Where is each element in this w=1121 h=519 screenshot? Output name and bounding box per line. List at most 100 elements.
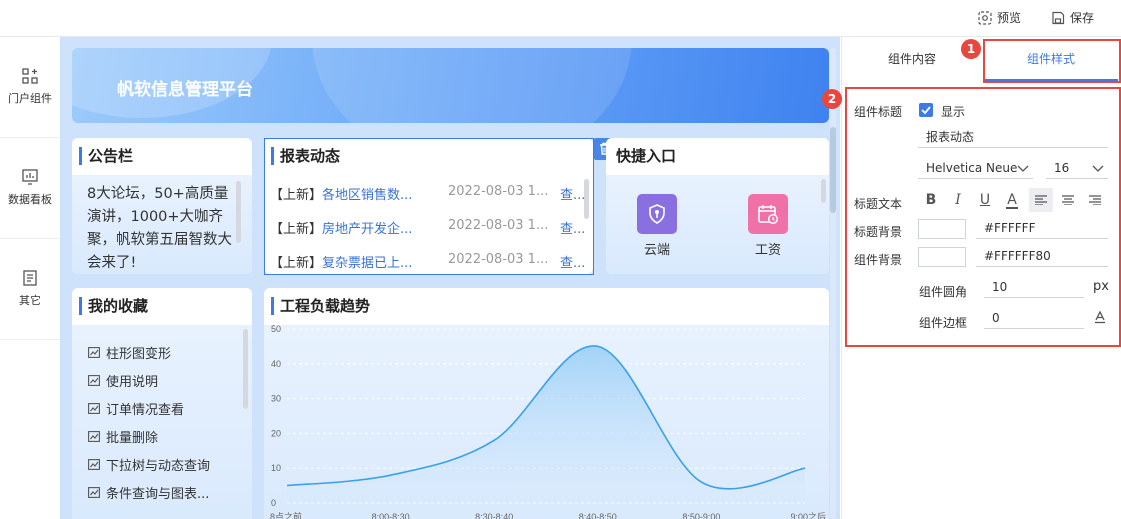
quick-entry-title: 快捷入口 — [616, 147, 677, 165]
preview-icon — [978, 10, 992, 25]
preview-button[interactable]: 预览 — [978, 9, 1021, 26]
favorite-item-label: 下拉树与动态查询 — [106, 458, 211, 474]
canvas-scrollbar-track[interactable] — [830, 48, 836, 519]
sidebar-item-other[interactable]: 其它 — [0, 239, 60, 340]
notice-panel[interactable]: 公告栏 8大论坛，50+高质量演讲，1000+大咖齐聚，帆软第五届智数大会来了! — [72, 138, 252, 274]
cloud-shield-icon — [637, 194, 677, 234]
highlight-box-tab — [983, 39, 1121, 83]
components-icon — [22, 68, 38, 84]
portal-banner[interactable]: 帆软信息管理平台 — [72, 48, 829, 123]
preview-label: 预览 — [997, 11, 1022, 25]
align-left-icon[interactable] — [1029, 188, 1053, 212]
sidebar-item-label: 数据看板 — [8, 193, 52, 206]
font-family-select[interactable]: Helvetica Neue — [918, 157, 1033, 179]
quick-entry-salary[interactable]: 工资 — [738, 194, 798, 258]
x-tick-label: 8:50-9:00 — [682, 512, 720, 519]
show-label: 显示 — [941, 105, 966, 119]
calendar-clock-icon — [748, 194, 788, 234]
chevron-down-icon — [1092, 165, 1104, 172]
quick-entry-scrollbar[interactable] — [821, 179, 826, 203]
quick-entry-cloud[interactable]: 云端 — [627, 194, 687, 258]
align-center-icon[interactable] — [1056, 188, 1080, 212]
x-tick-label: 8:30-8:40 — [475, 512, 513, 519]
component-bg-label: 组件背景 — [854, 253, 903, 267]
document-icon — [23, 270, 37, 286]
font-size-value: 16 — [1054, 161, 1070, 175]
component-sidebar: 门户组件 数据看板 其它 — [0, 37, 61, 519]
y-tick-label: 10 — [271, 463, 281, 473]
border-input[interactable]: 0 — [984, 307, 1084, 329]
text-format-toolbar: B I U A — [919, 188, 1109, 212]
save-icon — [1052, 11, 1065, 24]
banner-title: 帆软信息管理平台 — [117, 80, 253, 100]
save-button[interactable]: 保存 — [1051, 9, 1094, 26]
notice-title: 公告栏 — [79, 147, 133, 165]
component-bg-swatch[interactable] — [918, 247, 966, 267]
favorite-item[interactable]: 柱形图变形 — [88, 343, 172, 362]
top-toolbar: 预览 保存 — [0, 0, 1121, 37]
chart-icon — [88, 430, 100, 442]
border-color-icon[interactable] — [1093, 310, 1107, 324]
align-right-icon[interactable] — [1083, 188, 1107, 212]
favorites-panel[interactable]: 我的收藏 柱形图变形使用说明订单情况查看批量删除下拉树与动态查询 条件查询与图表.… — [72, 288, 252, 519]
y-tick-label: 40 — [271, 359, 281, 369]
border-label: 组件边框 — [919, 316, 968, 330]
quick-entry-label: 云端 — [643, 243, 670, 258]
selected-component-outline — [264, 138, 594, 275]
y-tick-label: 50 — [271, 325, 281, 334]
x-tick-label: 8点之前 — [270, 511, 302, 519]
title-text-input[interactable]: 报表动态 — [918, 126, 1108, 148]
bold-icon[interactable]: B — [919, 188, 943, 212]
sidebar-item-label: 其它 — [19, 294, 41, 307]
properties-panel: 组件内容 组件样式 1 2 组件标题 显示 报表动态 Helvetica Neu… — [822, 37, 1121, 519]
component-bg-input[interactable]: #FFFFFF80 — [976, 245, 1108, 267]
y-tick-label: 20 — [271, 428, 281, 438]
radius-input[interactable]: 10 — [984, 276, 1084, 298]
x-tick-label: 9:00之后 — [790, 511, 826, 519]
favorite-item[interactable]: 使用说明 — [88, 371, 158, 390]
font-family-value: Helvetica Neue — [926, 161, 1018, 175]
step-badge-1: 1 — [961, 39, 981, 59]
italic-icon[interactable]: I — [946, 188, 970, 212]
x-tick-label: 8:00-8:30 — [372, 512, 410, 519]
chart-icon — [88, 458, 100, 470]
quick-entry-label: 工资 — [754, 243, 781, 258]
notice-text: 8大论坛，50+高质量演讲，1000+大咖齐聚，帆软第五届智数大会来了! — [87, 186, 232, 271]
y-tick-label: 0 — [271, 498, 276, 508]
show-title-checkbox[interactable] — [919, 103, 933, 117]
sidebar-item-label: 门户组件 — [8, 92, 52, 105]
quick-entry-panel[interactable]: 快捷入口 云端 工资 — [606, 138, 829, 274]
favorite-item[interactable]: 订单情况查看 — [88, 399, 185, 418]
title-bg-swatch[interactable] — [918, 219, 966, 239]
workload-area-chart: 0 10 20 30 40 50 8点之前 8:00-8:30 8:30-8:40 8:40-8:… — [270, 325, 826, 519]
font-size-select[interactable]: 16 — [1046, 157, 1108, 179]
chevron-down-icon — [1017, 165, 1029, 172]
favorite-item[interactable]: 批量删除 — [88, 427, 158, 446]
title-label: 组件标题 — [854, 105, 903, 119]
title-bg-input[interactable]: #FFFFFF — [976, 217, 1108, 239]
notice-scrollbar[interactable] — [236, 181, 241, 243]
title-text-label: 标题文本 — [854, 197, 903, 211]
canvas-scrollbar-thumb[interactable] — [830, 127, 836, 213]
sidebar-item-dashboard[interactable]: 数据看板 — [0, 138, 60, 239]
chart-icon — [88, 402, 100, 414]
underline-icon[interactable]: U — [973, 188, 997, 212]
check-icon — [921, 106, 931, 115]
favorite-item[interactable]: 条件查询与图表... — [88, 483, 210, 502]
workload-trend-panel[interactable]: 工程负载趋势 0 10 20 30 40 50 8点之前 8:00-8:30 8:30-8:40… — [264, 288, 829, 519]
font-color-icon[interactable]: A — [1000, 188, 1024, 212]
title-bg-label: 标题背景 — [854, 225, 903, 239]
favorites-title: 我的收藏 — [79, 297, 148, 315]
favorites-scrollbar[interactable] — [243, 329, 248, 409]
favorite-item-label: 订单情况查看 — [106, 402, 185, 418]
tab-component-content[interactable]: 组件内容 — [842, 37, 982, 81]
favorite-item-label: 条件查询与图表... — [106, 486, 210, 502]
favorite-item[interactable]: 下拉树与动态查询 — [88, 455, 211, 474]
radius-label: 组件圆角 — [919, 285, 968, 299]
y-tick-label: 30 — [271, 394, 281, 404]
sidebar-item-portal-components[interactable]: 门户组件 — [0, 37, 60, 138]
dashboard-icon — [22, 169, 38, 185]
chart-title: 工程负载趋势 — [271, 297, 370, 315]
favorite-item-label: 柱形图变形 — [106, 346, 172, 362]
chart-icon — [88, 374, 100, 386]
